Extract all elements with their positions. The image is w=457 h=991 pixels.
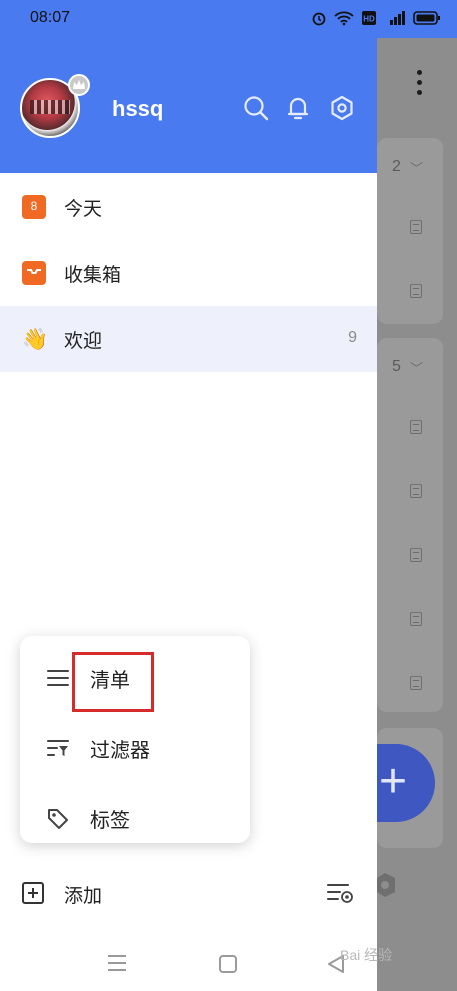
add-button[interactable]: 添加 [64,881,102,908]
list-icon [47,670,69,686]
alarm-icon [312,12,326,26]
note-icon [410,612,422,626]
task-group-card: 5 ﹀ [377,338,443,712]
sidebar-item-today[interactable]: 8 今天 [0,174,377,240]
sidebar-item-label: 今天 [64,198,103,220]
group-count: 5 [392,358,401,375]
svg-text:HD: HD [363,15,375,24]
menu-item-filter[interactable]: 过滤器 [20,714,250,780]
sidebar-item-label: 收集箱 [64,264,122,286]
note-icon [410,220,422,234]
signal-4g-icon [390,11,405,25]
bell-icon[interactable] [284,94,312,122]
chevron-down-icon: ﹀ [410,362,424,377]
menu-item-tag[interactable]: 标签 [20,784,250,850]
menu-item-list[interactable]: 清单 [20,644,250,712]
manage-lists-icon[interactable] [326,882,354,904]
highlight-box [72,652,154,712]
gear-icon [377,873,395,897]
background-task-list: 2 ﹀ 5 ﹀ + [377,38,457,991]
system-navigation-bar: Bai 经验 [0,935,457,991]
calendar-icon: 8 [22,195,46,219]
add-type-popup-menu: 清单 过滤器 标签 [20,636,250,843]
status-bar: 08:07 HD [0,0,457,38]
note-icon [410,548,422,562]
note-icon [410,420,422,434]
group-count: 2 [392,158,401,175]
note-icon [410,484,422,498]
task-group-card: 2 ﹀ [377,138,443,324]
item-count: 9 [348,329,357,346]
settings-icon[interactable] [328,94,356,122]
menu-item-label: 标签 [90,808,130,832]
sidebar-item-inbox[interactable]: 收集箱 [0,240,377,306]
home-button[interactable] [219,955,237,973]
sidebar-item-label: 欢迎 [64,330,103,352]
more-options-icon [417,70,423,100]
sidebar-item-welcome[interactable]: 👋 欢迎 9 [0,306,377,372]
watermark: Bai 经验 [340,947,393,963]
chevron-down-icon: ﹀ [410,162,424,177]
note-icon [410,284,422,298]
wifi-icon [334,11,354,26]
filter-icon [47,740,69,756]
menu-item-label: 过滤器 [90,738,150,762]
drawer-header: hssq [0,38,377,173]
search-icon[interactable] [242,94,270,122]
username[interactable]: hssq [112,96,163,122]
recent-apps-button[interactable] [108,955,126,976]
inbox-icon [22,261,46,285]
hd-icon: HD [362,11,376,25]
note-icon [410,676,422,690]
waving-hand-icon: 👋 [22,327,49,351]
add-icon[interactable] [22,882,44,904]
add-bar: 添加 [0,860,377,926]
battery-icon [413,11,440,25]
tag-icon [48,809,68,829]
status-time: 08:07 [30,9,71,26]
crown-icon [68,74,90,96]
